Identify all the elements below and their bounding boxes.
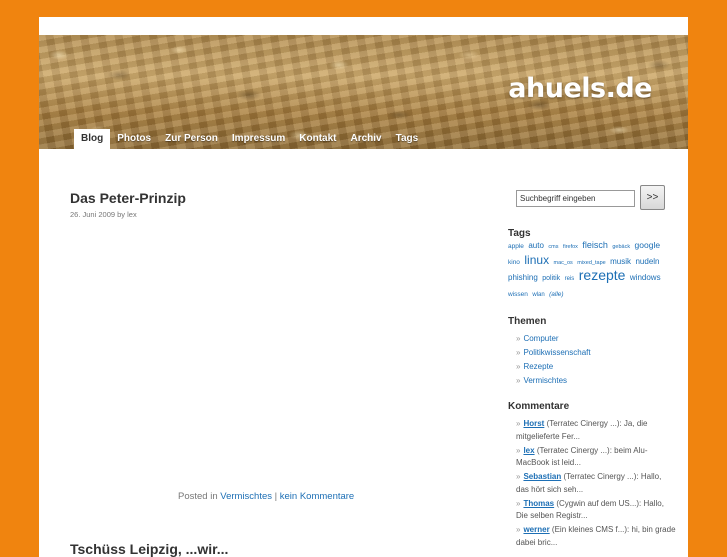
post-footer-separator: |	[274, 491, 278, 502]
nav-item-kontakt[interactable]: Kontakt	[292, 129, 343, 149]
recent-comments-list: » Horst (Terratec Cinergy ...): Ja, die m…	[516, 418, 676, 551]
comment-item: » Horst (Terratec Cinergy ...): Ja, die m…	[516, 418, 676, 443]
themen-item: » Rezepte	[516, 360, 676, 374]
post-footer: Posted in Vermischtes | kein Kommentare	[178, 491, 354, 502]
bullet-icon: »	[516, 362, 521, 371]
bullet-icon: »	[516, 334, 521, 343]
themen-link-politikwissenschaft[interactable]: Politikwissenschaft	[523, 348, 590, 357]
tag-link-google[interactable]: google	[635, 240, 661, 250]
tag-link-phishing[interactable]: phishing	[508, 273, 538, 282]
themen-link-computer[interactable]: Computer	[523, 334, 558, 343]
tag-link-all[interactable]: (alle)	[549, 291, 563, 298]
comment-author[interactable]: Sebastian	[523, 472, 561, 481]
comment-item: » werner (Ein kleines CMS f...): hi, bin …	[516, 524, 676, 549]
page-container: ahuels.de Blog Photos Zur Person Impress…	[39, 17, 688, 557]
themen-link-rezepte[interactable]: Rezepte	[523, 362, 553, 371]
post-category-link[interactable]: Vermischtes	[220, 491, 272, 502]
comments-heading: Kommentare	[508, 401, 570, 412]
search-input[interactable]	[516, 190, 635, 207]
bullet-icon: »	[516, 419, 521, 428]
comment-item: » Thomas (Cygwin auf dem US...): Hallo, D…	[516, 498, 676, 523]
bullet-icon: »	[516, 348, 521, 357]
nav-item-archiv[interactable]: Archiv	[344, 129, 389, 149]
post-footer-prefix: Posted in	[178, 491, 218, 502]
comment-excerpt[interactable]: (Terratec Cinergy ...): beim Alu-MacBook…	[516, 446, 648, 468]
themen-item: » Politikwissenschaft	[516, 346, 676, 360]
bullet-icon: »	[516, 376, 521, 385]
comment-author[interactable]: werner	[523, 525, 549, 534]
tag-link-mixed-tape[interactable]: mixed_tape	[577, 260, 605, 266]
tag-link-reis[interactable]: reis	[565, 276, 575, 282]
nav-item-impressum[interactable]: Impressum	[225, 129, 292, 149]
post-meta: 26. Juni 2009 by lex	[70, 210, 137, 219]
tag-link-kino[interactable]: kino	[508, 259, 520, 266]
tag-link-cms[interactable]: cms	[548, 244, 558, 250]
nav-item-tags[interactable]: Tags	[389, 129, 426, 149]
nav-item-blog[interactable]: Blog	[74, 129, 111, 149]
search-button[interactable]: >>	[640, 185, 665, 210]
tag-cloud: apple auto cms firefox fleisch gebäck go…	[508, 238, 670, 301]
comment-author[interactable]: lex	[523, 446, 534, 455]
post-title[interactable]: Das Peter-Prinzip	[70, 190, 186, 206]
tag-link-nudeln[interactable]: nudeln	[635, 257, 659, 266]
tag-link-rezepte[interactable]: rezepte	[579, 267, 626, 283]
bullet-icon: »	[516, 525, 521, 535]
tag-link-wlan[interactable]: wlan	[532, 292, 544, 298]
bullet-icon: »	[516, 445, 521, 455]
site-title[interactable]: ahuels.de	[508, 73, 652, 104]
comment-author[interactable]: Thomas	[523, 499, 554, 508]
main-navigation: Blog Photos Zur Person Impressum Kontakt…	[74, 129, 425, 149]
tag-link-politik[interactable]: politik	[542, 275, 560, 282]
tag-link-apple[interactable]: apple	[508, 243, 524, 250]
tag-link-musik[interactable]: musik	[610, 257, 631, 266]
tag-link-wissen[interactable]: wissen	[508, 291, 528, 298]
comment-author[interactable]: Horst	[523, 419, 544, 428]
themen-heading: Themen	[508, 316, 547, 327]
themen-list: » Computer » Politikwissenschaft » Rezepte …	[516, 332, 676, 388]
tag-link-windows[interactable]: windows	[630, 273, 661, 282]
themen-item: » Computer	[516, 332, 676, 346]
tag-link-firefox[interactable]: firefox	[563, 244, 578, 250]
nav-item-photos[interactable]: Photos	[110, 129, 158, 149]
header-banner: ahuels.de Blog Photos Zur Person Impress…	[39, 35, 688, 149]
tag-link-fleisch[interactable]: fleisch	[582, 240, 608, 250]
bullet-icon: »	[516, 498, 521, 508]
bullet-icon: »	[516, 472, 521, 482]
next-post-title[interactable]: Tschüss Leipzig, ...wir...	[70, 541, 228, 557]
themen-item: » Vermischtes	[516, 374, 676, 388]
tag-link-auto[interactable]: auto	[528, 241, 544, 250]
nav-item-zur-person[interactable]: Zur Person	[158, 129, 225, 149]
tag-link-linux[interactable]: linux	[524, 253, 549, 267]
post-comments-link[interactable]: kein Kommentare	[280, 491, 354, 502]
comment-item: » lex (Terratec Cinergy ...): beim Alu-Ma…	[516, 445, 676, 470]
tag-link-mac-os[interactable]: mac_os	[554, 260, 573, 266]
themen-link-vermischtes[interactable]: Vermischtes	[523, 376, 567, 385]
comment-item: » Sebastian (Terratec Cinergy ...): Hallo…	[516, 471, 676, 496]
tag-link-geb-ck[interactable]: gebäck	[612, 244, 630, 250]
